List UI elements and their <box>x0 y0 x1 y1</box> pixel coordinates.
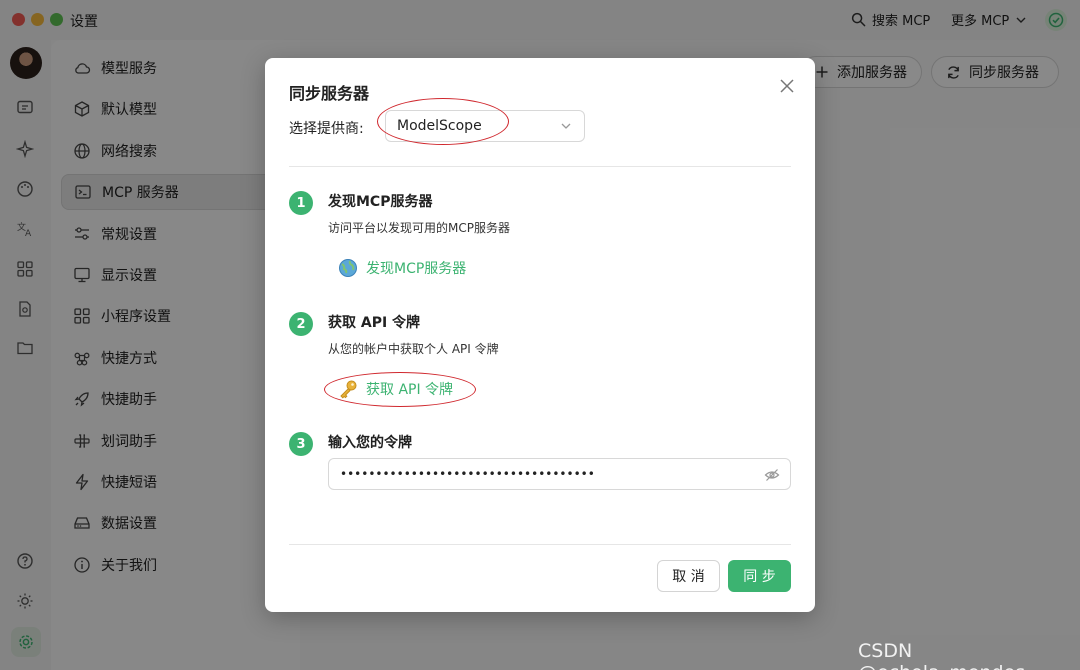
dialog-divider-bottom <box>289 544 791 545</box>
step-1-badge: 1 <box>289 191 313 215</box>
discover-mcp-link-label: 发现MCP服务器 <box>366 261 467 277</box>
globe-icon <box>339 259 357 277</box>
sync-servers-dialog: 同步服务器 选择提供商: ModelScope 1 发现MCP服务器 访问平台以… <box>265 58 815 612</box>
step-3-title: 输入您的令牌 <box>328 435 412 451</box>
provider-label: 选择提供商: <box>289 121 364 137</box>
dialog-title: 同步服务器 <box>289 84 370 103</box>
provider-selected-value: ModelScope <box>397 118 482 134</box>
step-2-badge: 2 <box>289 312 313 336</box>
close-icon <box>780 79 794 93</box>
eye-off-icon[interactable] <box>764 467 780 483</box>
step-3-badge: 3 <box>289 432 313 456</box>
api-token-value: •••••••••••••••••••••••••••••••••••• <box>340 467 595 481</box>
discover-mcp-link[interactable]: 发现MCP服务器 <box>338 258 466 278</box>
dialog-close-button[interactable] <box>777 76 797 96</box>
watermark-text: CSDN @echola_mendes <box>858 640 1025 670</box>
key-icon <box>340 380 357 399</box>
step-1-description: 访问平台以发现可用的MCP服务器 <box>328 221 510 235</box>
sync-confirm-button[interactable]: 同 步 <box>728 560 791 592</box>
provider-select[interactable]: ModelScope <box>385 110 585 142</box>
chevron-down-icon <box>561 123 571 129</box>
cancel-button[interactable]: 取 消 <box>657 560 720 592</box>
dialog-divider-top <box>289 166 791 167</box>
api-token-input[interactable]: •••••••••••••••••••••••••••••••••••• <box>328 458 791 490</box>
get-api-token-link[interactable]: 获取 API 令牌 <box>338 379 453 399</box>
get-api-token-link-label: 获取 API 令牌 <box>366 382 454 398</box>
step-1-title: 发现MCP服务器 <box>328 194 433 210</box>
step-2-description: 从您的帐户中获取个人 API 令牌 <box>328 342 499 356</box>
step-2-title: 获取 API 令牌 <box>328 315 421 331</box>
